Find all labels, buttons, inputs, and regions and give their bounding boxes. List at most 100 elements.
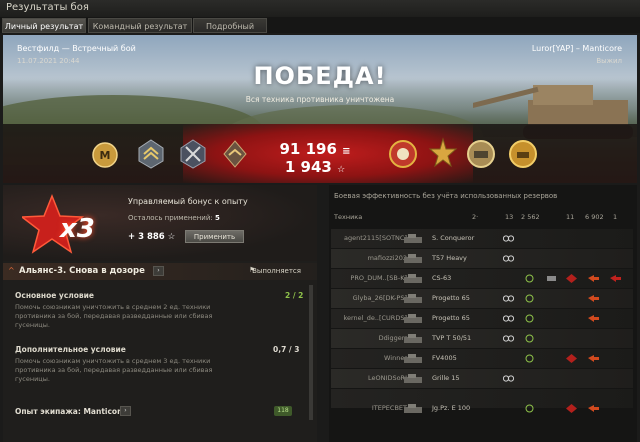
mission-header[interactable]: ^ Альянс-3. Снова в дозоре › ⚑ Выполняет… bbox=[3, 263, 317, 280]
credits-icon: ≡ bbox=[342, 146, 351, 157]
tank-icon bbox=[404, 294, 422, 303]
track-icon bbox=[525, 314, 534, 323]
star-icon: ☆ bbox=[337, 165, 346, 175]
credits-value: 91 196 bbox=[279, 140, 337, 158]
track-icon bbox=[525, 354, 534, 363]
col-stat-5: 6 902 bbox=[585, 213, 604, 221]
survival-status: Выжил bbox=[596, 57, 622, 65]
col-stat-2: 13 bbox=[505, 213, 514, 221]
col-vehicle: Техника bbox=[334, 213, 363, 221]
row-player: PRO_DUM..[SB-K] bbox=[350, 274, 407, 282]
medal-4-icon[interactable] bbox=[508, 137, 538, 171]
row-tank: Grille 15 bbox=[432, 374, 460, 382]
mission-name: Альянс-3. Снова в дозоре bbox=[19, 266, 145, 276]
row-tank: CS-63 bbox=[432, 274, 452, 282]
damage-icon bbox=[588, 315, 599, 322]
map-mode-label: Вестфилд — Встречный бой bbox=[17, 44, 136, 53]
spot-icon bbox=[503, 255, 514, 262]
medal-1-icon[interactable] bbox=[388, 137, 418, 171]
tank-icon bbox=[404, 404, 422, 413]
achievement-chevron-icon[interactable] bbox=[138, 139, 164, 169]
battle-datetime: 11.07.2021 20:44 bbox=[17, 57, 80, 65]
bonus-multiplier: x3 bbox=[60, 214, 95, 244]
mission-status: Выполняется bbox=[252, 267, 301, 275]
tank-icon bbox=[404, 254, 422, 263]
crew-xp-label: Опыт экипажа: Manticore bbox=[15, 407, 126, 416]
row-player: agent2115[SOTNC] bbox=[343, 234, 407, 242]
crew-open-button[interactable]: › bbox=[120, 406, 131, 416]
achievement-diamond-icon[interactable] bbox=[222, 139, 248, 169]
medal-2-icon[interactable] bbox=[428, 137, 458, 171]
mission-open-button[interactable]: › bbox=[153, 266, 164, 276]
extra-condition-text: Помочь союзникам уничтожить в среднем 3 … bbox=[15, 357, 213, 383]
tank-icon bbox=[404, 234, 422, 243]
mission-scrollbar[interactable] bbox=[309, 285, 313, 420]
extra-condition-title: Дополнительное условие bbox=[15, 345, 126, 354]
col-stat-3: 2 562 bbox=[521, 213, 540, 221]
main-condition-progress: 2 / 2 bbox=[285, 291, 304, 300]
spot-icon bbox=[503, 335, 514, 342]
bonus-value: + 3 886 ☆ bbox=[128, 232, 175, 242]
efficiency-title: Боевая эффективность без учёта использов… bbox=[334, 192, 558, 200]
track-icon bbox=[525, 274, 534, 283]
row-player: kernel_de..[CURDS] bbox=[343, 314, 407, 322]
window-titlebar: Результаты боя bbox=[0, 0, 640, 17]
damage-icon bbox=[566, 274, 577, 283]
tank-icon bbox=[404, 334, 422, 343]
svg-text:M: M bbox=[100, 149, 111, 162]
tank-icon bbox=[404, 314, 422, 323]
chevron-up-icon: ^ bbox=[8, 266, 15, 275]
star-icon: ☆ bbox=[167, 232, 176, 242]
row-player: Ddiggerr bbox=[378, 334, 407, 342]
tab-team[interactable]: Командный результат bbox=[88, 18, 192, 33]
medal-3-icon[interactable] bbox=[466, 137, 496, 171]
row-tank: S. Conqueror bbox=[432, 234, 475, 242]
spot-icon bbox=[503, 295, 514, 302]
row-tank: TVP T 50/51 bbox=[432, 334, 472, 342]
row-player: Winner bbox=[383, 354, 407, 362]
xp-value: 1 943 bbox=[284, 158, 332, 176]
damage-icon bbox=[588, 275, 599, 282]
col-stat-1: 2· bbox=[472, 213, 479, 221]
main-condition-text: Помочь союзникам уничтожить в среднем 2 … bbox=[15, 303, 213, 329]
bonus-value-text: + 3 886 bbox=[128, 232, 165, 242]
battle-result: ПОБЕДА! bbox=[253, 62, 387, 90]
battle-result-subtitle: Вся техника противника уничтожена bbox=[245, 95, 395, 104]
kill-icon bbox=[610, 275, 621, 282]
row-tank: T57 Heavy bbox=[432, 254, 467, 262]
damage-icon bbox=[588, 405, 599, 412]
row-player: mafiozzi202 bbox=[367, 254, 407, 262]
row-tank: FV4005 bbox=[432, 354, 457, 362]
tank-icon bbox=[404, 274, 422, 283]
xp-earned: 1 943 ☆ bbox=[275, 158, 355, 176]
bonus-remaining-label: Осталось применений: bbox=[128, 214, 213, 222]
tab-detailed[interactable]: Подробный отчёт bbox=[193, 18, 267, 46]
rank-m-icon[interactable]: M bbox=[92, 140, 118, 170]
crew-xp-badge: 118 bbox=[274, 406, 292, 416]
tank-icon bbox=[404, 374, 422, 383]
achievement-cross-icon[interactable] bbox=[180, 139, 206, 169]
armor-icon bbox=[547, 276, 556, 281]
row-tank: Progetto 65 bbox=[432, 294, 470, 302]
spot-icon bbox=[503, 315, 514, 322]
row-player: LeONIDSoRI bbox=[368, 374, 407, 382]
tank-icon bbox=[404, 354, 422, 363]
main-condition-title: Основное условие bbox=[15, 291, 95, 300]
row-tank: Progetto 65 bbox=[432, 314, 470, 322]
apply-bonus-button[interactable]: Применить bbox=[185, 230, 244, 243]
col-stat-6: 1 bbox=[613, 213, 618, 221]
damage-icon bbox=[566, 404, 577, 413]
row-player: ITEPECBET bbox=[371, 404, 407, 412]
player-name: Luror[YAP] – Manticore bbox=[531, 44, 622, 53]
credits-earned: 91 196 ≡ bbox=[275, 140, 355, 158]
bonus-remaining-value: 5 bbox=[215, 214, 220, 222]
damage-icon bbox=[588, 355, 599, 362]
extra-condition-progress: 0,7 / 3 bbox=[273, 345, 300, 354]
row-tank: Jg.Pz. E 100 bbox=[432, 404, 471, 412]
col-stat-4: 11 bbox=[566, 213, 575, 221]
tab-bar: Личный результат Командный результат Под… bbox=[0, 17, 640, 46]
row-player: Glyba_26[DK-PS] bbox=[352, 294, 407, 302]
damage-icon bbox=[588, 295, 599, 302]
spot-icon bbox=[503, 375, 514, 382]
tab-personal[interactable]: Личный результат bbox=[2, 18, 86, 33]
